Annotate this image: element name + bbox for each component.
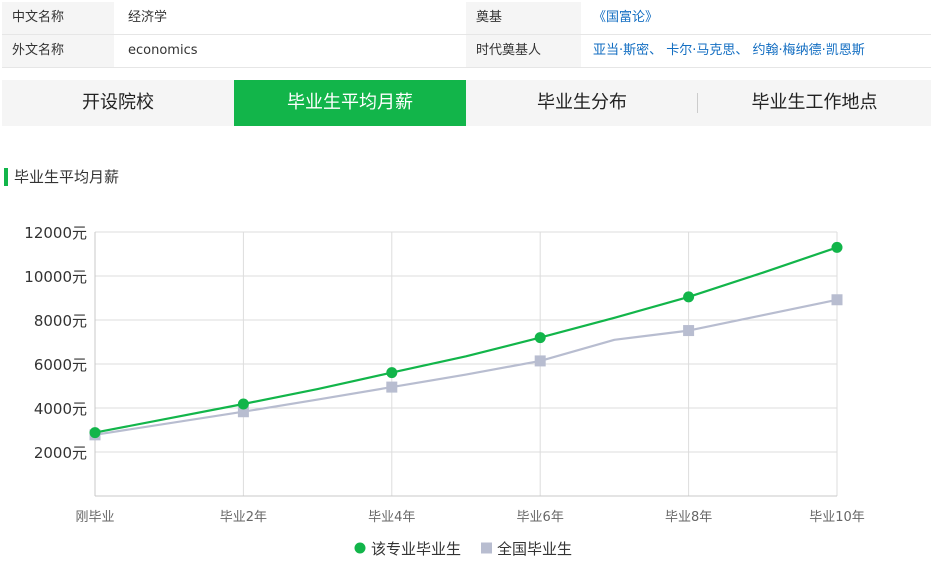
data-point-major — [831, 241, 843, 253]
y-tick-label: 4000元 — [34, 400, 87, 418]
salary-line-chart: 2000元 4000元 6000元 8000元 10000元 12000元刚毕业 毕业2年 毕… — [24, 224, 865, 558]
chart-legend: 该专业毕业生 全国毕业生 — [354, 540, 572, 558]
data-point-national — [683, 325, 695, 337]
legend-marker-major — [354, 542, 366, 554]
data-point-major — [534, 332, 546, 344]
y-tick-label: 12000元 — [24, 224, 87, 242]
data-point-national — [386, 381, 398, 393]
data-point-major — [386, 367, 398, 379]
x-tick-label: 毕业6年 — [517, 510, 564, 525]
x-tick-label: 毕业8年 — [665, 510, 712, 525]
data-point-national — [534, 355, 546, 367]
x-tick-label: 刚毕业 — [75, 510, 114, 525]
data-point-major — [237, 398, 249, 410]
legend-marker-national — [481, 542, 492, 554]
y-tick-label: 10000元 — [24, 268, 87, 286]
legend-label-national: 全国毕业生 — [497, 540, 572, 558]
data-point-major — [683, 291, 695, 303]
y-tick-label: 2000元 — [34, 444, 87, 462]
x-tick-label: 毕业4年 — [368, 510, 415, 525]
x-tick-label: 毕业2年 — [220, 510, 267, 525]
x-tick-label: 毕业10年 — [809, 510, 865, 525]
data-point-national — [831, 294, 843, 306]
series-line-major — [94, 246, 838, 434]
y-tick-label: 6000元 — [34, 356, 87, 374]
data-point-major — [89, 427, 101, 439]
y-tick-label: 8000元 — [34, 312, 87, 330]
legend-label-major: 该专业毕业生 — [371, 540, 461, 558]
